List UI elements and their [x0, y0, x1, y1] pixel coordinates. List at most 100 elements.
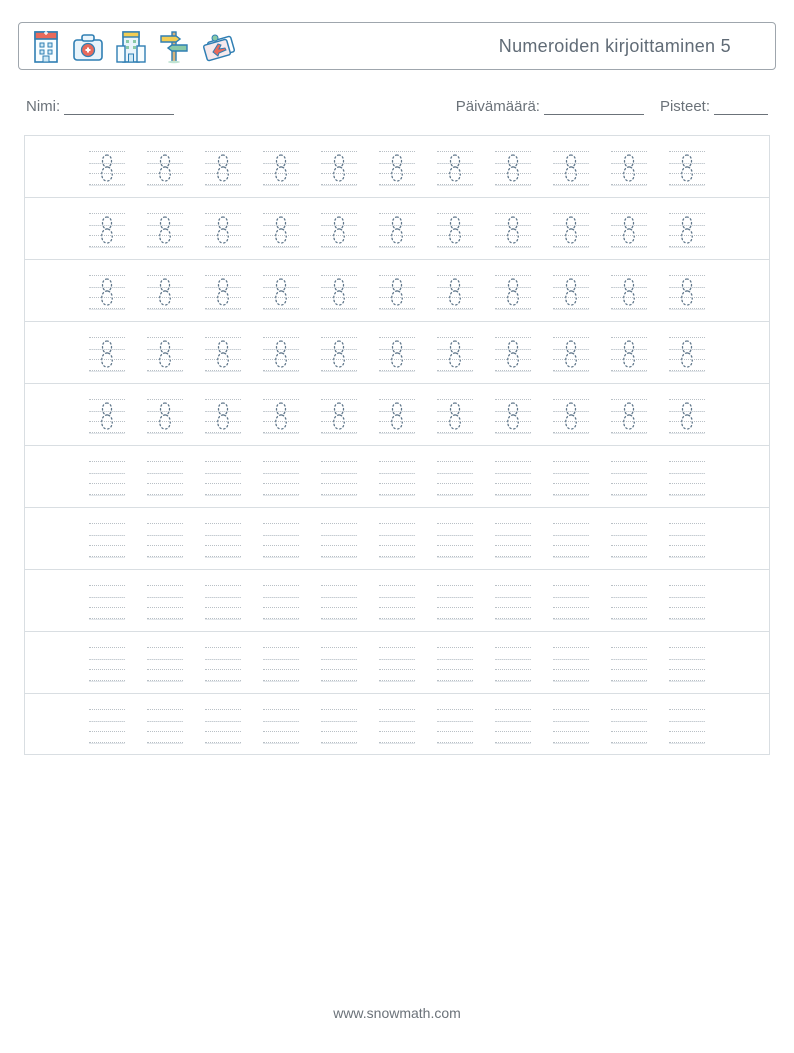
trace-cell[interactable] [154, 272, 176, 312]
trace-cell[interactable] [212, 210, 234, 250]
trace-cell[interactable] [618, 210, 640, 250]
trace-cell[interactable] [212, 272, 234, 312]
trace-cell[interactable] [676, 148, 698, 188]
score-blank[interactable] [714, 100, 768, 115]
trace-cell[interactable] [270, 210, 292, 250]
practice-cell[interactable] [386, 458, 408, 498]
trace-cell[interactable] [444, 334, 466, 374]
trace-cell[interactable] [560, 272, 582, 312]
practice-cell[interactable] [502, 582, 524, 622]
trace-cell[interactable] [270, 272, 292, 312]
practice-cell[interactable] [328, 644, 350, 684]
practice-cell[interactable] [618, 520, 640, 560]
trace-cell[interactable] [212, 334, 234, 374]
trace-cell[interactable] [386, 334, 408, 374]
practice-cell[interactable] [560, 706, 582, 746]
trace-cell[interactable] [154, 396, 176, 436]
practice-cell[interactable] [96, 458, 118, 498]
practice-cell[interactable] [560, 520, 582, 560]
trace-cell[interactable] [154, 334, 176, 374]
practice-cell[interactable] [444, 644, 466, 684]
practice-cell[interactable] [154, 644, 176, 684]
practice-cell[interactable] [270, 582, 292, 622]
trace-cell[interactable] [618, 272, 640, 312]
practice-cell[interactable] [502, 644, 524, 684]
trace-cell[interactable] [96, 396, 118, 436]
practice-cell[interactable] [502, 706, 524, 746]
trace-cell[interactable] [502, 272, 524, 312]
practice-cell[interactable] [560, 644, 582, 684]
practice-cell[interactable] [154, 706, 176, 746]
practice-cell[interactable] [444, 520, 466, 560]
trace-cell[interactable] [328, 210, 350, 250]
practice-cell[interactable] [212, 644, 234, 684]
practice-cell[interactable] [270, 706, 292, 746]
trace-cell[interactable] [212, 148, 234, 188]
practice-cell[interactable] [444, 582, 466, 622]
practice-cell[interactable] [96, 582, 118, 622]
trace-cell[interactable] [444, 396, 466, 436]
practice-cell[interactable] [560, 458, 582, 498]
trace-cell[interactable] [154, 148, 176, 188]
practice-cell[interactable] [154, 582, 176, 622]
practice-cell[interactable] [212, 520, 234, 560]
practice-cell[interactable] [618, 458, 640, 498]
practice-cell[interactable] [560, 582, 582, 622]
trace-cell[interactable] [560, 148, 582, 188]
trace-cell[interactable] [560, 210, 582, 250]
practice-cell[interactable] [502, 520, 524, 560]
trace-cell[interactable] [328, 148, 350, 188]
trace-cell[interactable] [444, 272, 466, 312]
trace-cell[interactable] [444, 148, 466, 188]
trace-cell[interactable] [560, 396, 582, 436]
practice-cell[interactable] [154, 458, 176, 498]
trace-cell[interactable] [154, 210, 176, 250]
practice-cell[interactable] [676, 458, 698, 498]
trace-cell[interactable] [676, 396, 698, 436]
practice-cell[interactable] [444, 706, 466, 746]
practice-cell[interactable] [212, 706, 234, 746]
practice-cell[interactable] [386, 520, 408, 560]
practice-cell[interactable] [618, 644, 640, 684]
trace-cell[interactable] [676, 210, 698, 250]
trace-cell[interactable] [96, 334, 118, 374]
trace-cell[interactable] [502, 396, 524, 436]
practice-cell[interactable] [386, 582, 408, 622]
practice-cell[interactable] [328, 706, 350, 746]
practice-cell[interactable] [618, 706, 640, 746]
trace-cell[interactable] [270, 396, 292, 436]
trace-cell[interactable] [386, 148, 408, 188]
trace-cell[interactable] [96, 148, 118, 188]
trace-cell[interactable] [502, 210, 524, 250]
practice-cell[interactable] [212, 458, 234, 498]
trace-cell[interactable] [502, 334, 524, 374]
trace-cell[interactable] [270, 148, 292, 188]
trace-cell[interactable] [444, 210, 466, 250]
trace-cell[interactable] [96, 210, 118, 250]
name-blank[interactable] [64, 100, 174, 115]
practice-cell[interactable] [676, 644, 698, 684]
practice-cell[interactable] [676, 520, 698, 560]
practice-cell[interactable] [328, 458, 350, 498]
trace-cell[interactable] [676, 334, 698, 374]
practice-cell[interactable] [270, 644, 292, 684]
practice-cell[interactable] [212, 582, 234, 622]
practice-cell[interactable] [96, 706, 118, 746]
practice-cell[interactable] [444, 458, 466, 498]
trace-cell[interactable] [212, 396, 234, 436]
practice-cell[interactable] [386, 706, 408, 746]
practice-cell[interactable] [386, 644, 408, 684]
trace-cell[interactable] [618, 396, 640, 436]
practice-cell[interactable] [328, 520, 350, 560]
practice-cell[interactable] [270, 458, 292, 498]
practice-cell[interactable] [96, 644, 118, 684]
practice-cell[interactable] [96, 520, 118, 560]
trace-cell[interactable] [328, 334, 350, 374]
practice-cell[interactable] [618, 582, 640, 622]
trace-cell[interactable] [328, 272, 350, 312]
practice-cell[interactable] [676, 706, 698, 746]
practice-cell[interactable] [154, 520, 176, 560]
trace-cell[interactable] [618, 148, 640, 188]
practice-cell[interactable] [328, 582, 350, 622]
trace-cell[interactable] [502, 148, 524, 188]
